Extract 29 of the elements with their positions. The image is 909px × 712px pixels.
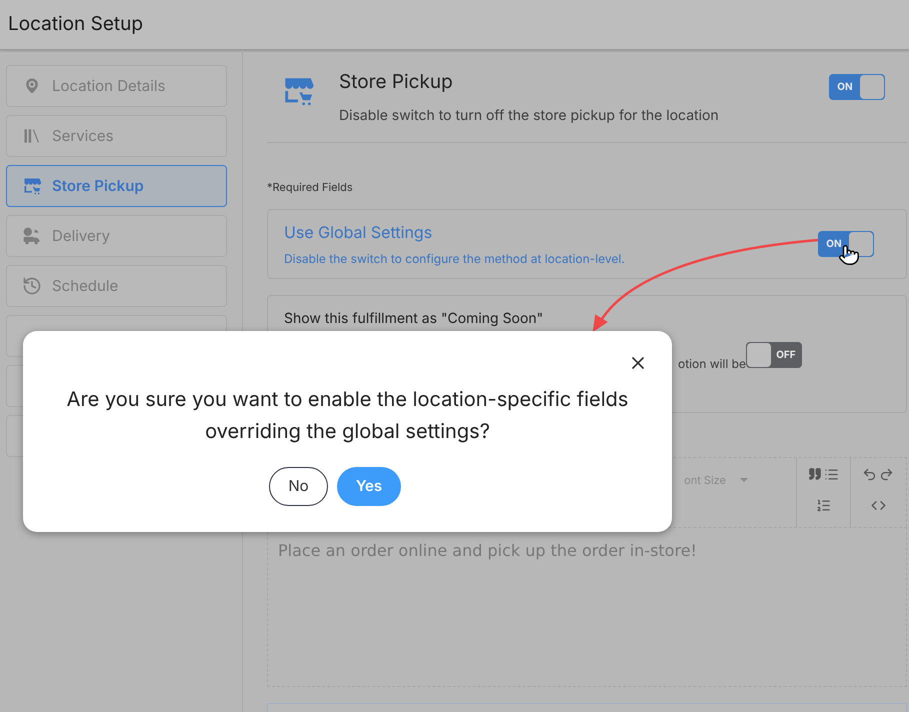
- card-description: otion will be: [678, 355, 746, 373]
- sidebar-item[interactable]: Services: [6, 115, 227, 157]
- quote-icon[interactable]: [808, 467, 822, 481]
- card-title: Show this fulfillment as "Coming Soon": [284, 309, 544, 329]
- cancel-button[interactable]: No: [269, 467, 328, 506]
- numbered-list-icon[interactable]: [816, 498, 831, 513]
- toggle-switch[interactable]: ON: [818, 231, 874, 257]
- card-title: Use Global Settings: [284, 221, 432, 244]
- undo-icon[interactable]: [862, 467, 878, 482]
- sidebar-item[interactable]: Delivery: [6, 215, 227, 257]
- card-description: Disable the switch to configure the method at location-level.: [284, 250, 625, 268]
- toggle-switch[interactable]: OFF: [746, 342, 802, 368]
- sidebar-item[interactable]: Store Pickup: [6, 165, 227, 207]
- section-description: Disable switch to turn off the store pickup for the location: [339, 106, 720, 126]
- section-title: Store Pickup: [339, 69, 454, 95]
- sidebar-item[interactable]: Location Details: [6, 65, 227, 107]
- clock-icon: [22, 276, 42, 296]
- store-icon: [22, 176, 42, 196]
- bullet-list-icon[interactable]: [824, 467, 839, 482]
- confirm-button[interactable]: Yes: [337, 467, 401, 506]
- truck-icon: [22, 226, 42, 246]
- dialog-message: Are you sure you want to enable the location-specific fields overriding the global settings?: [66, 386, 630, 445]
- caret-icon: [740, 478, 748, 482]
- window-title: Location Setup: [8, 11, 143, 38]
- required-note: *Required Fields: [267, 178, 353, 195]
- redo-icon[interactable]: [879, 467, 894, 482]
- code-icon[interactable]: [870, 498, 886, 513]
- sidebar-item[interactable]: Schedule: [6, 265, 227, 307]
- toggle-switch[interactable]: ON: [828, 74, 885, 100]
